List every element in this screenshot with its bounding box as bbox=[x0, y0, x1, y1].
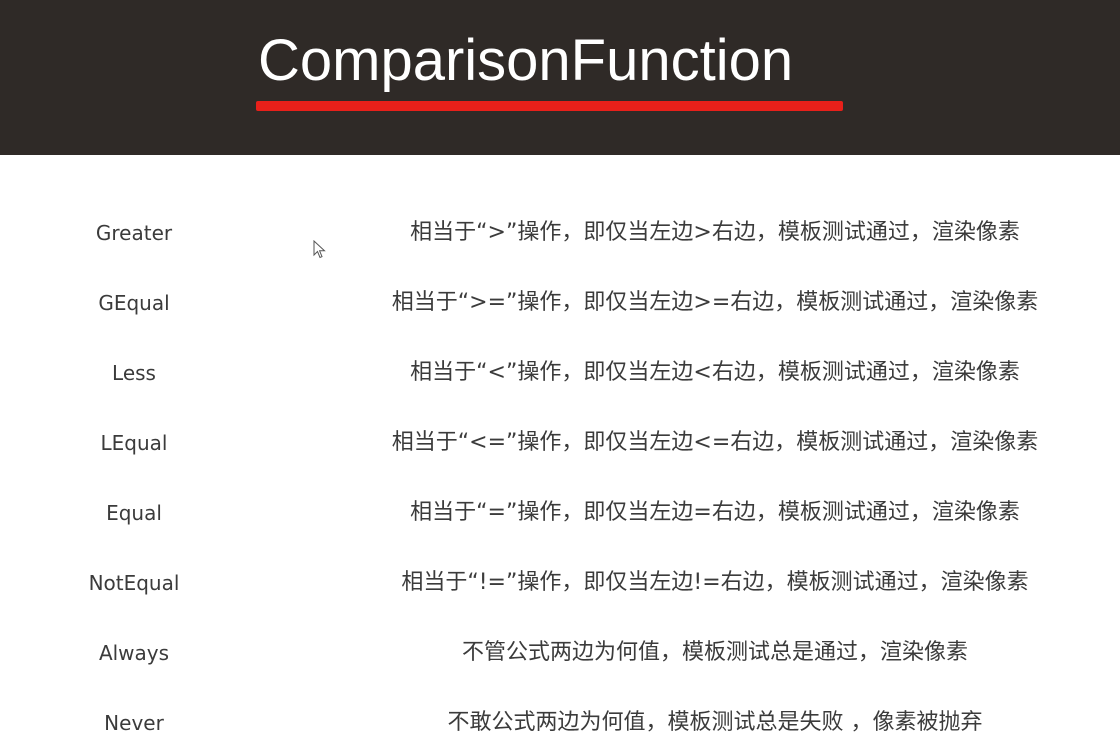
slide: ComparisonFunction Greater 相当于“>”操作，即仅当左… bbox=[0, 0, 1120, 749]
list-item-notequal: NotEqual 相当于“!=”操作，即仅当左边!=右边，模板测试通过，渲染像素 bbox=[0, 548, 1120, 618]
term-label: Never bbox=[104, 711, 164, 735]
term-label: Always bbox=[98, 641, 170, 665]
title-underline bbox=[256, 101, 843, 111]
list-item-less: Less 相当于“<”操作，即仅当左边<右边，模板测试通过，渲染像素 bbox=[0, 338, 1120, 408]
comparison-list: Greater 相当于“>”操作，即仅当左边>右边，模板测试通过，渲染像素 GE… bbox=[0, 198, 1120, 749]
term-description: 相当于“>”操作，即仅当左边>右边，模板测试通过，渲染像素 bbox=[410, 220, 1020, 245]
page-title: ComparisonFunction bbox=[258, 28, 794, 93]
mouse-pointer-icon bbox=[313, 240, 326, 259]
term-description: 相当于“<=”操作，即仅当左边<=右边，模板测试通过，渲染像素 bbox=[391, 430, 1039, 455]
term-description: 相当于“>=”操作，即仅当左边>=右边，模板测试通过，渲染像素 bbox=[391, 290, 1039, 315]
term-label: GEqual bbox=[98, 291, 170, 315]
term-label: Equal bbox=[106, 501, 162, 525]
list-item-never: Never 不敢公式两边为何值，模板测试总是失败 ，像素被抛弃 bbox=[0, 688, 1120, 749]
term-description: 相当于“!=”操作，即仅当左边!=右边，模板测试通过，渲染像素 bbox=[401, 570, 1029, 595]
list-item-gequal: GEqual 相当于“>=”操作，即仅当左边>=右边，模板测试通过，渲染像素 bbox=[0, 268, 1120, 338]
list-item-greater: Greater 相当于“>”操作，即仅当左边>右边，模板测试通过，渲染像素 bbox=[0, 198, 1120, 268]
term-description: 相当于“=”操作，即仅当左边=右边，模板测试通过，渲染像素 bbox=[410, 500, 1020, 525]
term-label: Greater bbox=[95, 221, 173, 245]
term-description: 不管公式两边为何值，模板测试总是通过，渲染像素 bbox=[461, 640, 968, 665]
list-item-always: Always 不管公式两边为何值，模板测试总是通过，渲染像素 bbox=[0, 618, 1120, 688]
term-label: Less bbox=[112, 361, 156, 385]
title-banner: ComparisonFunction bbox=[0, 0, 1120, 155]
term-label: LEqual bbox=[100, 431, 168, 455]
list-item-lequal: LEqual 相当于“<=”操作，即仅当左边<=右边，模板测试通过，渲染像素 bbox=[0, 408, 1120, 478]
list-item-equal: Equal 相当于“=”操作，即仅当左边=右边，模板测试通过，渲染像素 bbox=[0, 478, 1120, 548]
term-label: NotEqual bbox=[88, 571, 180, 595]
term-description: 不敢公式两边为何值，模板测试总是失败 ，像素被抛弃 bbox=[447, 710, 983, 735]
term-description: 相当于“<”操作，即仅当左边<右边，模板测试通过，渲染像素 bbox=[410, 360, 1020, 385]
